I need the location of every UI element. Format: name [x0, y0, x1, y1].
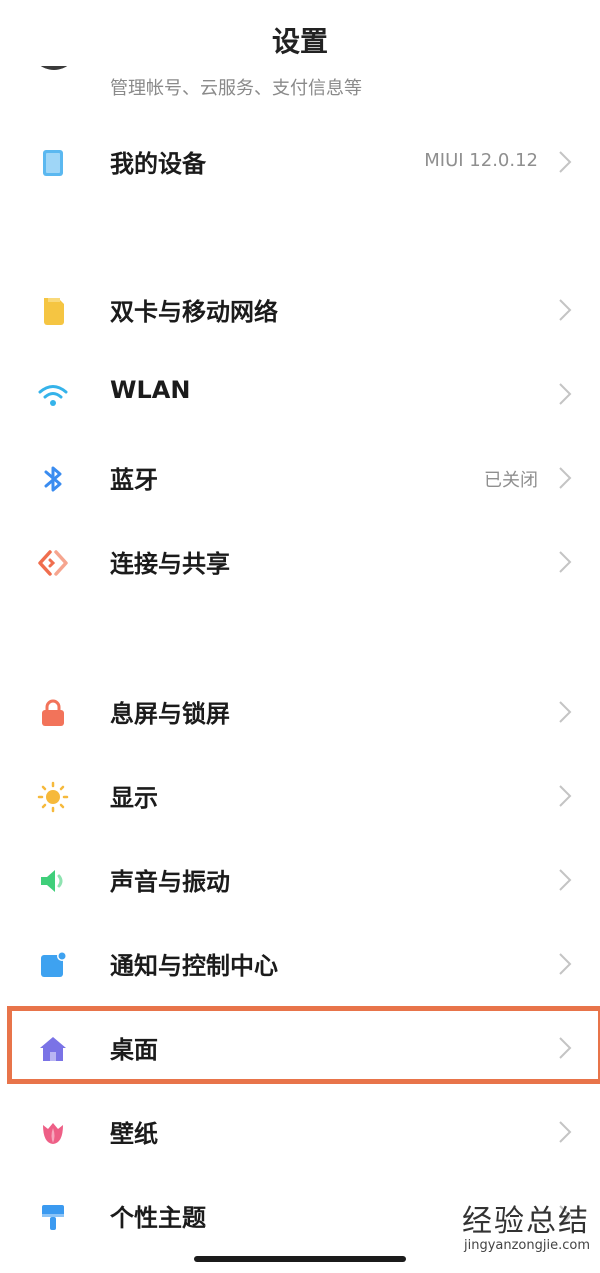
chevron-right-icon — [558, 952, 572, 976]
brush-icon — [36, 1200, 70, 1234]
settings-item-value: 已关闭 — [484, 470, 538, 491]
chevron-right-icon — [558, 382, 572, 406]
settings-item-label: 显示 — [110, 784, 158, 812]
lock-icon — [36, 696, 70, 730]
tulip-icon — [36, 1116, 70, 1150]
settings-item-display[interactable]: 显示 — [0, 754, 600, 838]
chevron-right-icon — [558, 550, 572, 574]
page-title: 设置 — [271, 25, 328, 58]
speaker-icon — [36, 864, 70, 898]
settings-item-label: 通知与控制中心 — [110, 952, 278, 980]
avatar — [30, 66, 78, 70]
settings-item-label: 双卡与移动网络 — [110, 298, 278, 326]
tablet-icon — [36, 146, 70, 180]
highlight-box — [7, 1006, 600, 1084]
settings-item-my-device[interactable]: 我的设备 MIUI 12.0.12 — [0, 120, 600, 204]
watermark-text: 经验总结 — [462, 1204, 590, 1239]
settings-item-label: 个性主题 — [110, 1204, 206, 1232]
settings-item-sound[interactable]: 声音与振动 — [0, 838, 600, 922]
settings-item-value: MIUI 12.0.12 — [424, 150, 538, 171]
settings-item-bluetooth[interactable]: 蓝牙 已关闭 — [0, 436, 600, 520]
settings-item-label: 壁纸 — [110, 1120, 158, 1148]
settings-item-label: 我的设备 — [110, 150, 206, 178]
notification-icon — [36, 948, 70, 982]
settings-item-label: 连接与共享 — [110, 550, 230, 578]
settings-item-sim[interactable]: 双卡与移动网络 — [0, 268, 600, 352]
settings-item-connection[interactable]: 连接与共享 — [0, 520, 600, 604]
chevron-right-icon — [558, 466, 572, 490]
settings-item-lockscreen[interactable]: 息屏与锁屏 — [0, 670, 600, 754]
chevron-right-icon — [558, 700, 572, 724]
settings-item-wallpaper[interactable]: 壁纸 — [0, 1090, 600, 1174]
chevron-right-icon — [558, 298, 572, 322]
settings-item-label: 声音与振动 — [110, 868, 230, 896]
sun-icon — [36, 780, 70, 814]
account-row[interactable]: 管理帐号、云服务、支付信息等 — [0, 66, 600, 100]
settings-item-label: WLAN — [110, 376, 191, 404]
chevron-right-icon — [558, 1120, 572, 1144]
bluetooth-icon — [36, 462, 70, 496]
watermark: 经验总结 jingyanzongjie.com — [462, 1196, 590, 1253]
chevron-right-icon — [558, 868, 572, 892]
sim-card-icon — [36, 294, 70, 328]
settings-item-wlan[interactable]: WLAN — [0, 352, 600, 436]
chevron-right-icon — [558, 150, 572, 174]
settings-item-label: 蓝牙 — [110, 466, 158, 494]
home-gesture-bar[interactable] — [194, 1256, 406, 1262]
account-subtitle: 管理帐号、云服务、支付信息等 — [110, 78, 362, 99]
watermark-url: jingyanzongjie.com — [463, 1238, 590, 1253]
chevron-right-icon — [558, 784, 572, 808]
settings-item-label: 息屏与锁屏 — [110, 700, 230, 728]
wifi-icon — [36, 378, 70, 412]
settings-item-notification[interactable]: 通知与控制中心 — [0, 922, 600, 1006]
share-icon — [36, 546, 70, 580]
